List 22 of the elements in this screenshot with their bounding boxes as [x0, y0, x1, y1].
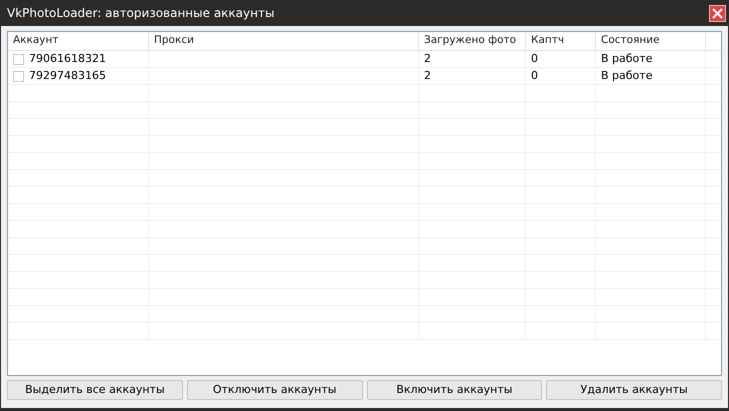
column-header[interactable]: Загружено фото — [419, 32, 526, 50]
close-button[interactable] — [709, 4, 726, 22]
action-button[interactable]: Удалить аккаунты — [546, 380, 722, 400]
row-checkbox[interactable] — [13, 70, 24, 82]
column-header[interactable]: Аккаунт — [8, 32, 149, 50]
column-header[interactable]: Прокси — [149, 32, 419, 50]
table-cell-text: В работе — [601, 68, 652, 84]
column-header[interactable]: Каптч — [526, 32, 596, 50]
column-header[interactable]: Состояние — [596, 32, 706, 50]
action-button[interactable]: Отключить аккаунты — [186, 380, 362, 400]
table-cell-text: 0 — [531, 68, 538, 84]
table-cell-text: 2 — [424, 50, 431, 67]
window-title: VkPhotoLoader: авторизованные аккаунты — [7, 5, 274, 22]
row-checkbox[interactable] — [13, 54, 24, 64]
close-icon — [712, 8, 723, 18]
action-button[interactable]: Выделить все аккаунты — [7, 380, 183, 400]
action-button[interactable]: Включить аккаунты — [366, 380, 542, 400]
table-cell-text: В работе — [601, 50, 652, 67]
table-cell-text: 79061618321 — [29, 50, 106, 67]
table-cell-text: 2 — [424, 68, 431, 84]
table-cell-text: 0 — [531, 50, 538, 67]
table-cell-text: 79297483165 — [29, 68, 106, 84]
